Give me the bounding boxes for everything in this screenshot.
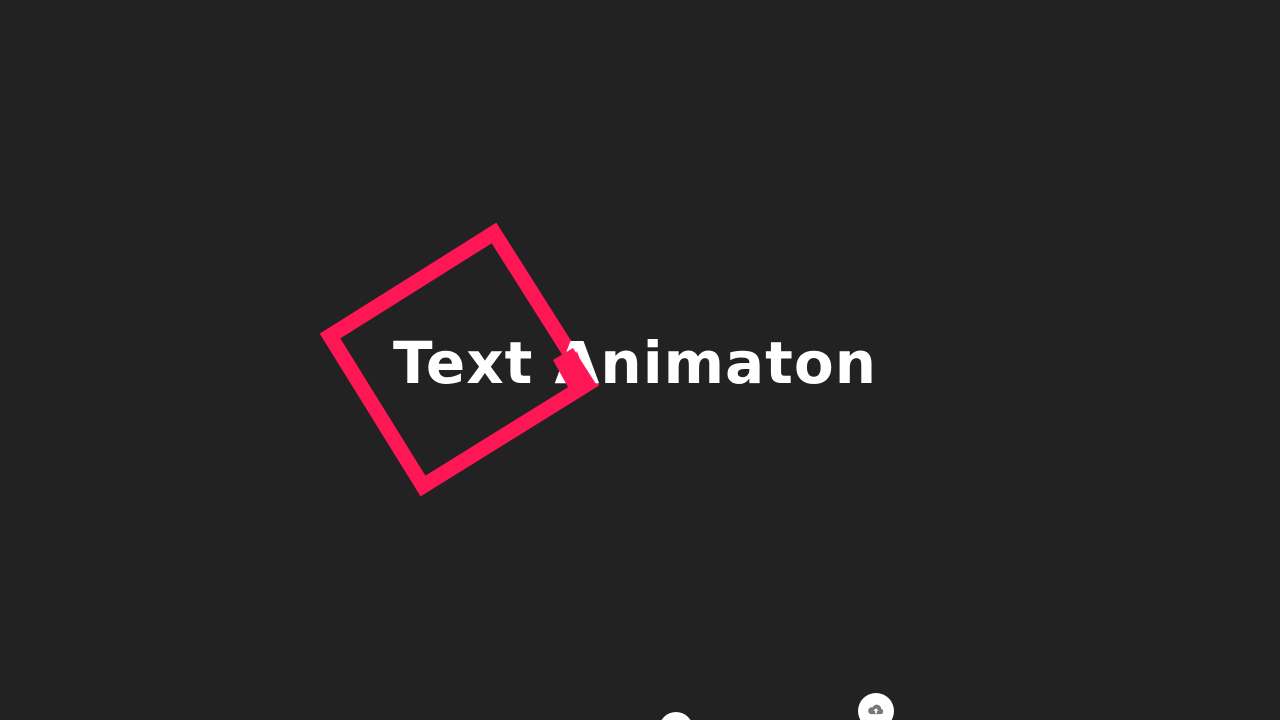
- cloud-upload-icon: [868, 704, 884, 715]
- overlap-accent: [553, 348, 596, 398]
- animation-stage: Text Animaton: [0, 0, 1280, 720]
- square-overlap-segment: [553, 348, 596, 398]
